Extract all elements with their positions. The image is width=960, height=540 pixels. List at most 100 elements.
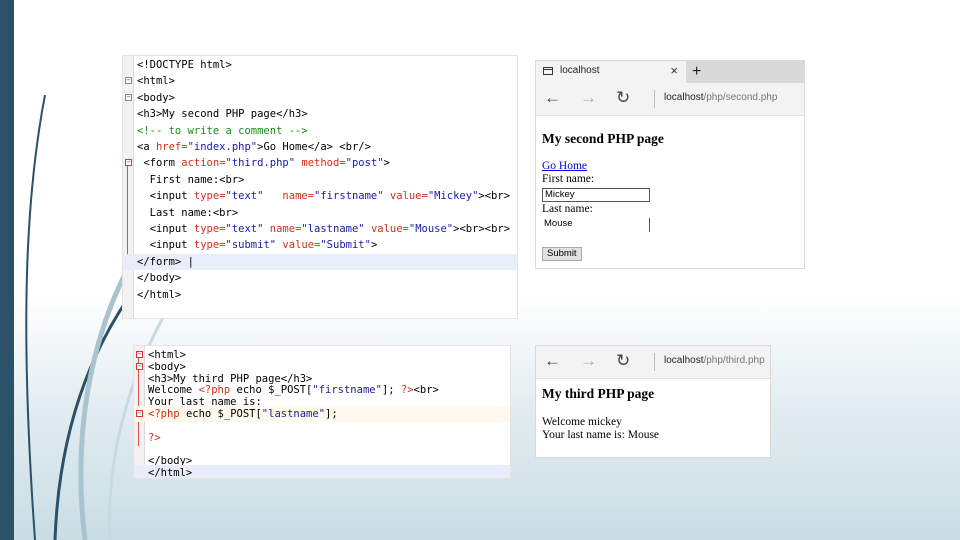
fold-toggle-icon[interactable]: − xyxy=(136,351,143,358)
address-path: /php/second.php xyxy=(703,92,778,103)
code-text: <input type="text" name="firstname" valu… xyxy=(137,188,510,204)
code-token: First name:<br> xyxy=(137,173,245,186)
code-text: </body> xyxy=(137,270,181,286)
page-title: My second PHP page xyxy=(542,131,664,146)
address-separator xyxy=(654,353,655,371)
code-token: </html> xyxy=(137,288,182,301)
code-line[interactable]: <input type="text" name="firstname" valu… xyxy=(123,188,517,204)
code-token: name= xyxy=(282,190,315,203)
forward-icon[interactable]: → xyxy=(580,351,597,371)
code-token: > xyxy=(383,157,390,170)
code-token: </html> xyxy=(148,467,193,479)
go-home-link[interactable]: Go Home xyxy=(542,160,587,172)
code-line[interactable]: <!DOCTYPE html> xyxy=(123,57,517,73)
code-token: >Go Home</a> <br/> xyxy=(257,141,371,153)
refresh-icon[interactable]: ↻ xyxy=(616,351,630,371)
code-token: <input xyxy=(137,190,194,203)
code-editor-second-php[interactable]: <!DOCTYPE html> − <html> − <body> <h3>My seco… xyxy=(122,55,518,319)
code-token: value= xyxy=(282,239,321,252)
code-token: <!-- to write a comment --> xyxy=(137,124,308,137)
code-token: <!DOCTYPE html> xyxy=(137,59,232,71)
close-icon[interactable]: × xyxy=(670,63,678,78)
fold-toggle-icon[interactable]: − xyxy=(125,159,132,167)
code-line[interactable]: <input type="text" name="lastname" value… xyxy=(123,221,517,237)
submit-button[interactable]: Submit xyxy=(542,247,582,261)
code-token: "index.php" xyxy=(187,141,258,153)
address-separator xyxy=(654,90,655,108)
last-name-label: Last name: xyxy=(542,203,593,215)
code-token: method= xyxy=(301,157,346,170)
refresh-icon[interactable]: ↻ xyxy=(616,88,630,108)
code-line[interactable]: First name:<br> xyxy=(123,172,517,188)
code-token: "lastname" xyxy=(301,223,371,235)
code-token: value= xyxy=(389,190,428,203)
page-title: My third PHP page xyxy=(542,386,655,401)
back-icon[interactable]: ← xyxy=(544,351,561,371)
code-line[interactable]: − <form action="third.php" method="post"… xyxy=(123,155,517,171)
code-token: value= xyxy=(370,223,409,235)
code-token: <a xyxy=(137,141,156,153)
address-path: /php/third.php xyxy=(703,355,765,366)
code-token: "post" xyxy=(345,157,384,170)
fold-toggle-icon[interactable]: − xyxy=(136,362,143,370)
browser-tab[interactable]: localhost × xyxy=(536,61,686,83)
address-host: localhost xyxy=(664,355,704,366)
forward-icon[interactable]: → xyxy=(580,88,597,108)
code-token: <form xyxy=(137,157,182,170)
code-token: <html> xyxy=(137,75,175,88)
browser-window-third: ← → ↻ localhost/php/third.php My third P… xyxy=(535,345,771,458)
fold-toggle-icon[interactable]: − xyxy=(125,77,132,85)
code-line[interactable]: Last name:<br> xyxy=(123,205,517,221)
code-line[interactable]: <!-- to write a comment --> xyxy=(123,123,517,139)
code-token: type= xyxy=(193,190,226,203)
code-text: <input type="submit" value="Submit"> xyxy=(137,237,378,253)
code-token: "Mouse" xyxy=(408,223,454,235)
fold-toggle-icon[interactable]: − xyxy=(125,93,132,101)
code-text: <html> xyxy=(137,73,175,89)
code-text: <form action="third.php" method="post"> xyxy=(137,155,390,171)
code-text: Last name:<br> xyxy=(137,205,239,221)
code-line[interactable]: </html> xyxy=(134,465,510,479)
last-name-input[interactable]: Mouse xyxy=(542,218,650,232)
code-token: "submit" xyxy=(225,239,283,252)
code-token: Last name:<br> xyxy=(137,206,239,219)
code-token: <body> xyxy=(137,91,175,104)
code-token: "text" xyxy=(225,223,270,235)
code-token: "text" xyxy=(225,190,283,203)
code-line[interactable]: <input type="submit" value="Submit"> xyxy=(123,237,517,253)
address-bar[interactable]: localhost/php/second.php xyxy=(664,92,777,103)
code-text: </form> | xyxy=(137,254,194,270)
code-text: <a href="index.php">Go Home</a> <br/> xyxy=(137,139,371,155)
address-bar[interactable]: localhost/php/third.php xyxy=(664,355,765,366)
code-token: > xyxy=(370,239,378,252)
tab-strip: localhost × + xyxy=(536,61,804,83)
page-icon xyxy=(543,67,553,75)
tab-title: localhost xyxy=(560,65,600,76)
code-text: </html> xyxy=(137,287,181,303)
back-icon[interactable]: ← xyxy=(544,88,561,108)
code-text: First name:<br> xyxy=(137,172,245,188)
fold-toggle-icon[interactable]: − xyxy=(136,410,143,417)
page-content: My third PHP page Welcome mickey Your la… xyxy=(536,379,770,457)
code-token: "third.php" xyxy=(225,157,302,170)
code-text: <!-- to write a comment --> xyxy=(137,123,308,139)
code-token: "firstname" xyxy=(314,190,390,203)
code-line[interactable]: <h3>My second PHP page</h3> xyxy=(123,106,517,122)
code-line[interactable]: <a href="index.php">Go Home</a> <br/> xyxy=(123,139,517,155)
code-line[interactable]: </body> xyxy=(123,270,517,286)
code-line[interactable]: − <html> xyxy=(123,73,517,89)
first-name-input[interactable]: Mickey xyxy=(542,188,650,202)
new-tab-icon[interactable]: + xyxy=(692,61,701,83)
code-editor-third-php[interactable]: − <html> − <body> <h3>My third PHP page</h3>… xyxy=(133,345,511,479)
code-token: action= xyxy=(181,157,226,170)
browser-toolbar: ← → ↻ localhost/php/third.php xyxy=(536,346,770,379)
code-token: "Submit" xyxy=(320,239,371,252)
code-line[interactable]: </html> xyxy=(123,287,517,303)
code-line[interactable]: − <body> xyxy=(123,90,517,106)
code-line[interactable]: </form> | xyxy=(123,253,517,270)
code-token: <input xyxy=(137,239,194,252)
code-text: <h3>My second PHP page</h3> xyxy=(137,106,308,122)
code-text: </html> xyxy=(148,465,193,479)
code-token: ><br><br> xyxy=(453,223,511,235)
code-token: name= xyxy=(269,223,302,235)
